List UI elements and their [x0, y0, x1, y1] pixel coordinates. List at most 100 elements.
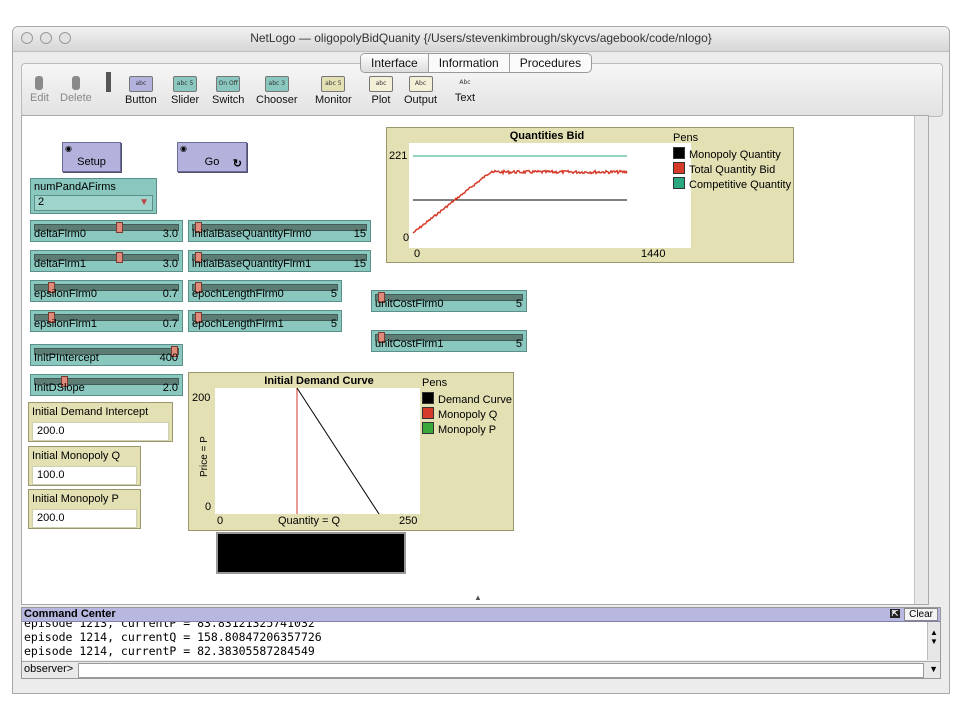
legend-swatch: [673, 162, 685, 174]
x-max-label: 1440: [641, 248, 666, 260]
clear-button[interactable]: Clear: [904, 608, 938, 621]
legend-swatch: [422, 392, 434, 404]
legend-swatch: [673, 147, 685, 159]
slider-widget-icon: abc 5: [173, 76, 198, 92]
button-tool[interactable]: abc Button: [125, 76, 157, 106]
plot-tool[interactable]: abc Plot: [369, 76, 393, 106]
delete-label: Delete: [60, 92, 92, 104]
observer-prompt[interactable]: observer>: [24, 663, 73, 675]
plot-demand-svg: [296, 387, 380, 515]
plot-initial-demand-curve: Initial Demand Curve 200 0 Price = P 0 Q…: [188, 372, 514, 531]
slider-name: initialBaseQuantityFirm0: [192, 228, 312, 240]
title-bar: NetLogo — oligopolyBidQuanity {/Users/st…: [13, 27, 949, 52]
forever-icon: ↻: [232, 158, 242, 170]
tab-procedures[interactable]: Procedures: [510, 54, 591, 72]
splitter-handle-icon[interactable]: ▲: [474, 593, 482, 602]
slider-name: unitCostFirm1: [375, 338, 444, 350]
tab-interface[interactable]: Interface: [361, 54, 429, 72]
maximize-icon[interactable]: ⇱: [890, 609, 900, 618]
chooser-numPandAFirms[interactable]: numPandAFirms 2 ▼: [30, 178, 157, 214]
go-button[interactable]: ◉ Go ↻: [177, 142, 247, 172]
tab-bar: Interface Information Procedures: [360, 53, 593, 73]
slider-value: 5: [330, 318, 337, 330]
slider-initialBaseQuantityFirm0[interactable]: initialBaseQuantityFirm0 15: [188, 220, 371, 242]
slider-epochLengthFirm1[interactable]: epochLengthFirm1 5: [188, 310, 342, 332]
command-output-scrollbar[interactable]: ▲ ▼: [927, 622, 940, 660]
plot-legend: Pens Demand Curve Monopoly Q Monopoly P: [422, 377, 514, 441]
command-output[interactable]: episode 1213, currentP = 83.831213257410…: [22, 622, 928, 660]
plot-quantities-svg: [412, 155, 628, 234]
plot-title: Initial Demand Curve: [264, 375, 374, 387]
command-input[interactable]: [78, 663, 924, 678]
monitor-name: Initial Monopoly P: [32, 493, 119, 505]
dropdown-arrow-icon: ▼: [139, 197, 149, 208]
y-max-label: 221: [389, 150, 408, 162]
tab-information[interactable]: Information: [429, 54, 510, 72]
y-min-label: 0: [403, 232, 410, 244]
legend-label: Competitive Quantity: [689, 179, 792, 191]
output-label: Output: [404, 94, 438, 106]
plot-legend: Pens Monopoly Quantity Total Quantity Bi…: [673, 132, 793, 196]
history-dropdown-icon[interactable]: ▼: [929, 664, 938, 674]
slider-deltaFirm0[interactable]: deltaFirm0 3.0: [30, 220, 183, 242]
slider-epsilonFirm0[interactable]: epsilonFirm0 0.7: [30, 280, 183, 302]
text-label: Text: [454, 92, 476, 104]
command-center-title: Command Center: [24, 608, 116, 620]
delete-tool[interactable]: Delete: [60, 76, 92, 104]
legend-label: Monopoly Q: [438, 409, 498, 421]
slider-deltaFirm1[interactable]: deltaFirm1 3.0: [30, 250, 183, 272]
slider-InitDSlope[interactable]: InitDSlope 2.0: [30, 374, 183, 396]
scroll-up-icon[interactable]: ▲: [928, 628, 940, 637]
scroll-down-icon[interactable]: ▼: [928, 637, 940, 646]
toolbar-divider: [106, 72, 111, 92]
slider-unitCostFirm1[interactable]: unitCostFirm1 5: [371, 330, 527, 352]
legend-total-quantity-bid: Total Quantity Bid: [673, 162, 775, 176]
observer-eye-icon: ◉: [180, 144, 187, 153]
monitor-initial-demand-intercept: Initial Demand Intercept 200.0: [28, 402, 173, 442]
slider-epsilonFirm1[interactable]: epsilonFirm1 0.7: [30, 310, 183, 332]
switch-widget-icon: On Off: [216, 76, 241, 92]
y-axis-label: Price = P: [199, 436, 210, 477]
chooser-tool[interactable]: abc 3 Chooser: [256, 76, 298, 106]
legend-monopoly-p: Monopoly P: [422, 422, 496, 436]
slider-name: InitPIntercept: [34, 352, 99, 364]
plot-label: Plot: [371, 94, 391, 106]
chooser-name: numPandAFirms: [34, 181, 116, 193]
legend-label: Demand Curve: [438, 394, 512, 406]
plot-quantities-bid: Quantities Bid 221 0 0 1440 Pens Monopol…: [386, 127, 794, 263]
slider-value: 3.0: [162, 228, 178, 240]
text-tool[interactable]: Abc def ghi jkl Text: [454, 76, 476, 104]
slider-value: 0.7: [162, 288, 178, 300]
chooser-value-box[interactable]: 2 ▼: [34, 195, 153, 211]
output-tool[interactable]: Abc Output: [404, 76, 437, 106]
switch-tool[interactable]: On Off Switch: [212, 76, 244, 106]
slider-tool[interactable]: abc 5 Slider: [171, 76, 199, 106]
slider-knob[interactable]: [116, 222, 123, 233]
demand-curve-line: [296, 387, 380, 515]
slider-value: 5: [515, 338, 522, 350]
monitor-label: Monitor: [315, 94, 352, 106]
slider-epochLengthFirm0[interactable]: epochLengthFirm0 5: [188, 280, 342, 302]
setup-button[interactable]: ◉ Setup: [62, 142, 121, 172]
slider-name: epsilonFirm0: [34, 288, 97, 300]
button-label: Button: [125, 94, 157, 106]
edit-label: Edit: [30, 92, 49, 104]
y-max-label: 200: [192, 392, 211, 404]
slider-name: epsilonFirm1: [34, 318, 97, 330]
monitor-tool[interactable]: abc 5 Monitor: [315, 76, 352, 106]
pencil-icon: [35, 76, 44, 90]
edit-tool[interactable]: Edit: [30, 76, 49, 104]
netlogo-window: NetLogo — oligopolyBidQuanity {/Users/st…: [12, 26, 950, 694]
text-widget-icon: Abc def ghi jkl: [459, 79, 471, 86]
canvas-scrollbar[interactable]: [914, 116, 928, 604]
slider-name: unitCostFirm0: [375, 298, 444, 310]
plot-area: [215, 387, 420, 515]
slider-initialBaseQuantityFirm1[interactable]: initialBaseQuantityFirm1 15: [188, 250, 371, 272]
slider-value: 5: [330, 288, 337, 300]
slider-unitCostFirm0[interactable]: unitCostFirm0 5: [371, 290, 527, 312]
slider-value: 5: [515, 298, 522, 310]
window-title: NetLogo — oligopolyBidQuanity {/Users/st…: [250, 31, 712, 45]
slider-knob[interactable]: [116, 252, 123, 263]
world-view[interactable]: [216, 532, 406, 574]
slider-InitPIntercept[interactable]: InitPIntercept 400: [30, 344, 183, 366]
